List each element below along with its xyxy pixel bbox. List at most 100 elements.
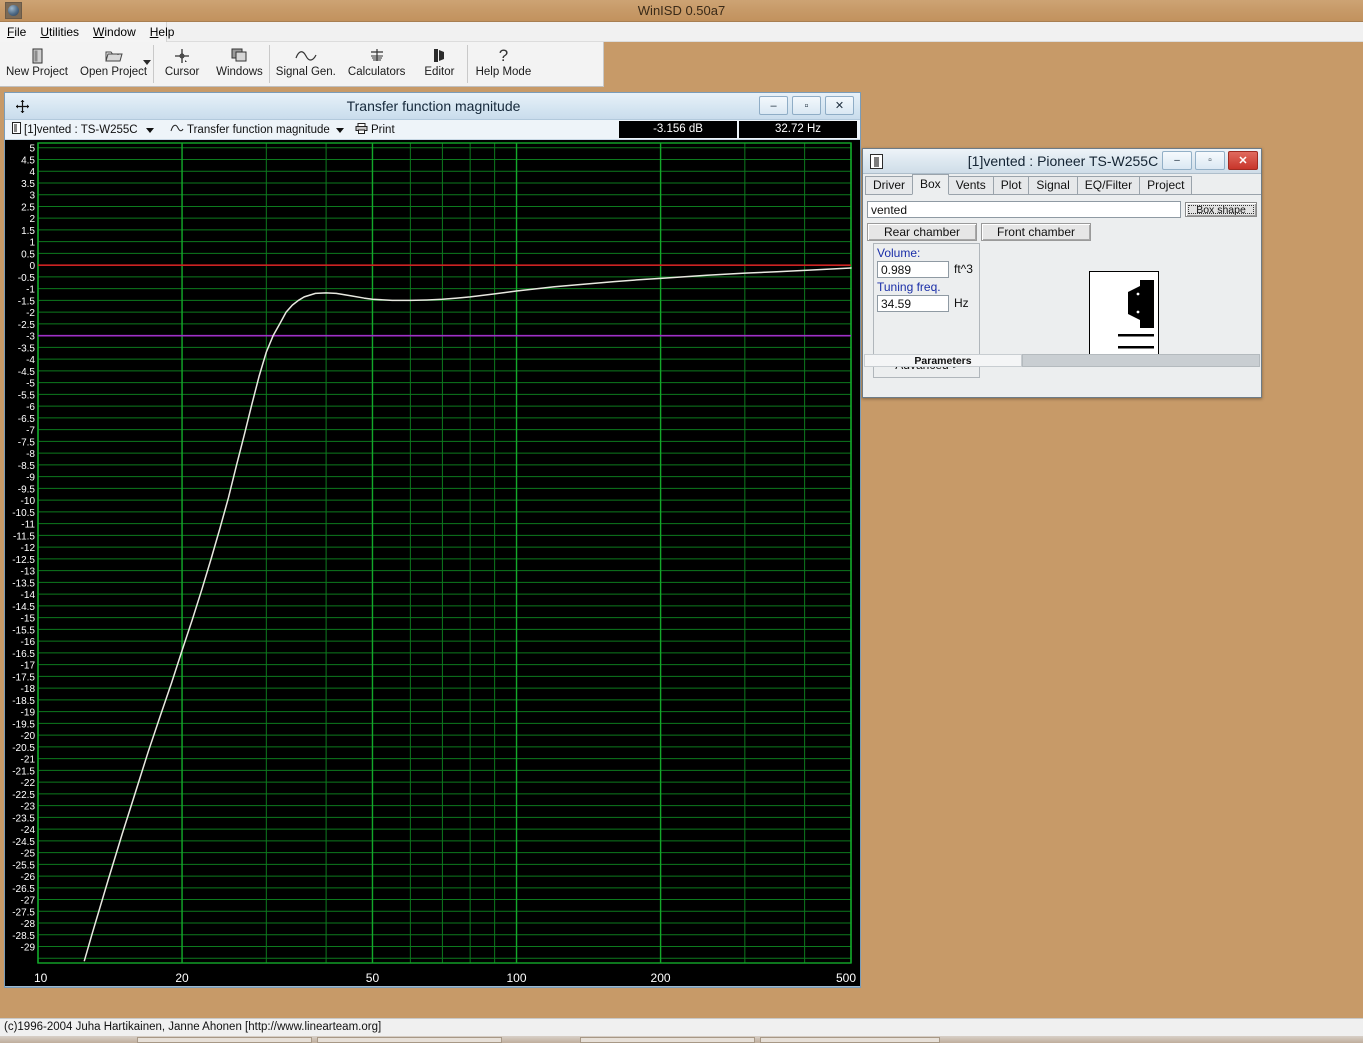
tab-plot[interactable]: Plot — [993, 176, 1030, 194]
svg-text:1.5: 1.5 — [21, 226, 35, 237]
tuning-freq-input[interactable]: 34.59 — [877, 295, 949, 312]
svg-text:0: 0 — [29, 261, 35, 272]
editor-button[interactable]: Editor — [411, 42, 467, 85]
windows-cascade-icon — [231, 46, 248, 65]
chart-window-title: Transfer function magnitude — [5, 98, 862, 114]
open-project-dropdown-icon[interactable] — [143, 60, 151, 65]
main-titlebar: WinISD 0.50a7 — [0, 0, 1363, 22]
calculators-button[interactable]: Calculators — [342, 42, 412, 85]
chart-close-button[interactable]: ✕ — [825, 96, 854, 115]
project-selector-value: [1]vented : TS-W255C — [24, 124, 138, 136]
chart-readouts: -3.156 dB 32.72 Hz — [619, 121, 857, 138]
new-project-label: New Project — [6, 66, 68, 78]
params-minimize-button[interactable]: – — [1162, 151, 1192, 170]
svg-text:-24.5: -24.5 — [12, 837, 35, 848]
project-selector-chevron-down-icon[interactable] — [146, 128, 154, 133]
svg-text:-13.5: -13.5 — [12, 578, 35, 589]
svg-text:3.5: 3.5 — [21, 179, 35, 190]
svg-text:-10.5: -10.5 — [12, 508, 35, 519]
params-close-button[interactable]: ✕ — [1228, 151, 1258, 170]
svg-text:-1.5: -1.5 — [18, 296, 36, 307]
sine-wave-icon — [295, 46, 317, 65]
taskbar-item[interactable] — [580, 1037, 755, 1043]
open-project-button[interactable]: Open Project — [74, 42, 153, 85]
taskbar-item[interactable] — [760, 1037, 940, 1043]
svg-text:200: 200 — [651, 971, 671, 985]
rear-chamber-button[interactable]: Rear chamber — [867, 223, 977, 241]
open-folder-icon — [105, 46, 123, 65]
svg-text:-15: -15 — [21, 614, 36, 625]
svg-text:-23.5: -23.5 — [12, 813, 35, 824]
chart-window-titlebar: Transfer function magnitude – ▫ ✕ — [5, 93, 860, 120]
calculator-icon — [368, 46, 386, 65]
chart-minimize-button[interactable]: – — [759, 96, 788, 115]
svg-text:-21: -21 — [21, 755, 36, 766]
menu-file[interactable]: FFileile — [0, 22, 33, 42]
menu-help[interactable]: Help — [143, 22, 182, 42]
tab-project[interactable]: Project — [1139, 176, 1192, 194]
params-maximize-button[interactable]: ▫ — [1195, 151, 1225, 170]
svg-text:-17.5: -17.5 — [12, 672, 35, 683]
tab-eq-filter[interactable]: EQ/Filter — [1077, 176, 1140, 194]
signal-gen-label: Signal Gen. — [276, 66, 336, 78]
box-shape-button[interactable]: Box shape — [1185, 202, 1257, 217]
plot-type-chevron-down-icon[interactable] — [336, 128, 344, 133]
new-project-button[interactable]: New Project — [0, 42, 74, 85]
svg-text:-0.5: -0.5 — [18, 273, 36, 284]
tuning-freq-row: 34.59 Hz — [874, 295, 979, 312]
print-label: Print — [371, 124, 395, 136]
volume-input[interactable]: 0.989 — [877, 261, 949, 278]
transfer-function-window: Transfer function magnitude – ▫ ✕ [1]ven… — [4, 92, 861, 988]
menu-window[interactable]: Window — [86, 22, 143, 42]
tab-signal[interactable]: Signal — [1028, 176, 1077, 194]
box-name-input[interactable]: vented — [867, 201, 1181, 218]
svg-text:-16.5: -16.5 — [12, 649, 35, 660]
taskbar-item[interactable] — [137, 1037, 312, 1043]
svg-text:-4: -4 — [26, 355, 35, 366]
svg-text:-11.5: -11.5 — [13, 531, 35, 542]
tuning-freq-unit: Hz — [954, 296, 969, 310]
svg-text:5: 5 — [29, 144, 35, 155]
svg-text:-6.5: -6.5 — [18, 414, 36, 425]
svg-text:-17: -17 — [21, 661, 36, 672]
windows-label: Windows — [216, 66, 263, 78]
svg-text:-20: -20 — [21, 731, 36, 742]
svg-text:-23: -23 — [21, 802, 36, 813]
menu-utilities[interactable]: Utilities — [33, 22, 86, 42]
svg-text:-6: -6 — [26, 402, 35, 413]
print-button[interactable]: Print — [355, 123, 395, 137]
plot-type-combo[interactable]: Transfer function magnitude — [167, 121, 347, 139]
tab-driver[interactable]: Driver — [865, 176, 913, 194]
svg-text:-26.5: -26.5 — [12, 884, 35, 895]
windows-button[interactable]: Windows — [210, 42, 269, 85]
chart-maximize-button[interactable]: ▫ — [792, 96, 821, 115]
driver-parameters-dialog: [1]vented : Pioneer TS-W255C – ▫ ✕ Drive… — [862, 148, 1262, 398]
svg-text:-22.5: -22.5 — [12, 790, 35, 801]
svg-text:-20.5: -20.5 — [12, 743, 35, 754]
editor-label: Editor — [424, 66, 454, 78]
open-project-label: Open Project — [80, 66, 147, 78]
svg-text:-2: -2 — [26, 308, 35, 319]
tab-box[interactable]: Box — [912, 174, 949, 195]
project-selector-combo[interactable]: [1]vented : TS-W255C — [9, 121, 157, 139]
printer-icon — [355, 123, 368, 137]
app-statusbar: (c)1996-2004 Juha Hartikainen, Janne Aho… — [0, 1018, 1363, 1036]
signal-gen-button[interactable]: Signal Gen. — [270, 42, 342, 85]
taskbar-item[interactable] — [317, 1037, 502, 1043]
svg-text:50: 50 — [366, 971, 380, 985]
cursor-button[interactable]: Cursor — [154, 42, 210, 85]
svg-text:4.5: 4.5 — [21, 155, 35, 166]
winisd-application-window: WinISD 0.50a7 FFileile Utilities Window … — [0, 0, 1363, 1043]
svg-text:-9: -9 — [26, 473, 35, 484]
svg-text:-24: -24 — [21, 825, 36, 836]
svg-text:-13: -13 — [21, 567, 36, 578]
cursor-label: Cursor — [165, 66, 200, 78]
help-mode-button[interactable]: ? Help Mode — [468, 42, 538, 85]
tab-vents[interactable]: Vents — [948, 176, 994, 194]
calculators-label: Calculators — [348, 66, 406, 78]
gain-readout: -3.156 dB — [619, 121, 737, 138]
front-chamber-button[interactable]: Front chamber — [981, 223, 1091, 241]
transfer-function-plot[interactable]: 54.543.532.521.510.50-0.5-1-1.5-2-2.5-3-… — [5, 140, 860, 986]
plot-type-value: Transfer function magnitude — [187, 124, 330, 136]
svg-text:-25.5: -25.5 — [12, 860, 35, 871]
